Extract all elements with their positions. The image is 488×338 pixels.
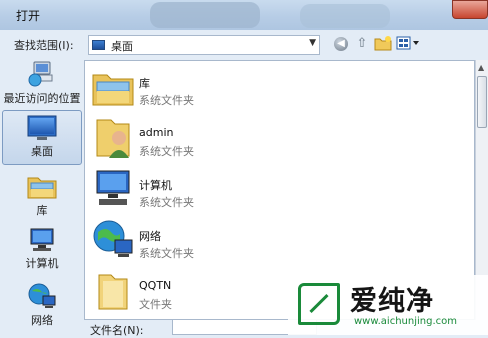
- list-item[interactable]: 库 系统文件夹: [91, 65, 461, 113]
- libraries-icon: [27, 177, 57, 199]
- view-menu-icon: [396, 36, 419, 50]
- item-type: 系统文件夹: [139, 94, 194, 107]
- close-button[interactable]: [452, 0, 488, 19]
- item-type: 系统文件夹: [139, 145, 194, 158]
- scrollbar-thumb[interactable]: [477, 76, 487, 128]
- network-icon: [93, 220, 133, 257]
- place-recent[interactable]: 最近访问的位置: [2, 60, 82, 106]
- item-name: 网络: [139, 230, 161, 243]
- window-title: 打开: [16, 9, 41, 23]
- up-folder-icon: ⇧: [356, 36, 368, 51]
- place-label: 最近访问的位置: [3, 92, 81, 105]
- place-label: 库: [36, 204, 48, 217]
- folder-icon: [98, 274, 128, 310]
- watermark-brand: 爱纯净: [350, 286, 434, 317]
- filename-label: 文件名(N):: [90, 324, 144, 337]
- list-item[interactable]: 计算机 系统文件夹: [91, 167, 461, 215]
- title-bar: 打开: [0, 0, 488, 30]
- desktop-icon: [92, 40, 105, 50]
- computer-icon: [96, 170, 130, 205]
- chevron-down-icon[interactable]: ▼: [309, 38, 316, 48]
- look-in-value: 桌面: [111, 40, 133, 53]
- item-name: 计算机: [139, 179, 172, 192]
- list-item[interactable]: 网络 系统文件夹: [91, 218, 461, 266]
- back-icon: ◀: [334, 37, 348, 51]
- item-name: 库: [139, 77, 150, 90]
- network-icon: [28, 283, 56, 308]
- recent-places-icon: [28, 61, 53, 87]
- new-folder-icon: [374, 36, 392, 51]
- item-type: 文件夹: [139, 298, 172, 311]
- place-label: 桌面: [31, 145, 53, 158]
- place-desktop[interactable]: 桌面: [2, 110, 82, 165]
- places-bar: 最近访问的位置 桌面 库 计算机 网络: [0, 60, 84, 335]
- libraries-icon: [92, 74, 134, 106]
- place-network[interactable]: 网络: [2, 282, 82, 330]
- look-in-label: 查找范围(I):: [14, 39, 74, 52]
- view-menu-button[interactable]: [396, 35, 420, 53]
- user-folder-icon: [96, 119, 130, 158]
- watermark: 爱纯净 www.aichunjing.com: [288, 275, 488, 335]
- up-folder-button[interactable]: ⇧: [354, 35, 370, 53]
- watermark-url: www.aichunjing.com: [354, 316, 457, 327]
- computer-icon: [30, 228, 54, 251]
- place-libraries[interactable]: 库: [2, 172, 82, 218]
- back-button[interactable]: ◀: [334, 35, 350, 53]
- place-computer[interactable]: 计算机: [2, 227, 82, 273]
- item-name: admin: [139, 126, 174, 139]
- item-type: 系统文件夹: [139, 196, 194, 209]
- new-folder-button[interactable]: [374, 35, 392, 53]
- desktop-icon: [27, 115, 57, 140]
- place-label: 网络: [31, 314, 53, 327]
- scroll-up-icon[interactable]: ▲: [478, 63, 484, 72]
- item-type: 系统文件夹: [139, 247, 194, 260]
- look-in-combobox[interactable]: 桌面 ▼: [88, 35, 320, 55]
- list-item[interactable]: admin 系统文件夹: [91, 116, 461, 164]
- watermark-logo-icon: [298, 283, 340, 325]
- item-name: QQTN: [139, 279, 172, 292]
- place-label: 计算机: [25, 257, 59, 270]
